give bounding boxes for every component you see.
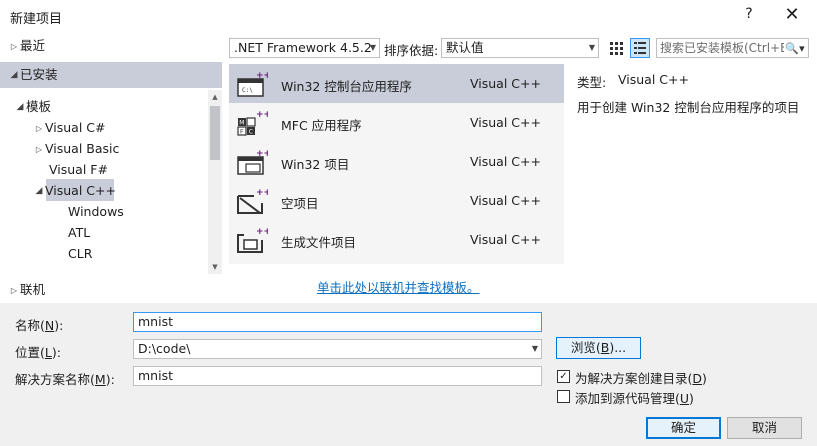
solution-name-input[interactable]: mnist	[133, 366, 542, 386]
tree-item-atl[interactable]: ATL	[68, 222, 90, 243]
project-name-input[interactable]: mnist	[133, 312, 542, 332]
browse-button[interactable]: 浏览(B)...	[556, 337, 641, 359]
collapse-arrow-icon[interactable]: ◢	[8, 65, 20, 86]
template-row-2[interactable]: ++ Win32 项目 Visual C++	[229, 142, 564, 181]
grid-view-icon	[610, 42, 623, 55]
mfc-app-icon: M C F ++	[237, 110, 268, 136]
description-text: 用于创建 Win32 控制台应用程序的项目	[577, 100, 800, 115]
tree-scrollbar-thumb[interactable]	[210, 106, 220, 160]
collapse-arrow-icon[interactable]: ◢	[14, 97, 26, 118]
title-bar	[0, 0, 817, 32]
search-input[interactable]: 搜索已安装模板(Ctrl+E) 🔍▾	[656, 38, 809, 58]
win32-project-icon: ++	[237, 149, 268, 175]
search-icon[interactable]: 🔍▾	[784, 40, 806, 56]
svg-text:F: F	[240, 129, 244, 136]
tree-item-installed[interactable]: ◢ 已安装	[8, 64, 58, 85]
description-type-value: Visual C++	[618, 72, 689, 87]
svg-text:++: ++	[256, 188, 268, 198]
svg-text:C: C	[249, 129, 253, 136]
template-row-3[interactable]: ++ 空项目 Visual C++	[229, 181, 564, 220]
create-directory-checkbox[interactable]: ✓	[557, 370, 570, 383]
tree-item-visual-fsharp[interactable]: Visual F#	[49, 159, 108, 180]
sort-label: 排序依据:	[384, 43, 439, 58]
empty-project-icon: ++	[237, 188, 268, 214]
svg-text:++: ++	[256, 110, 268, 120]
template-row-1[interactable]: M C F ++ MFC 应用程序 Visual C++	[229, 103, 564, 142]
list-view-icon	[634, 42, 646, 54]
makefile-project-icon: ++	[237, 227, 268, 253]
svg-text:++: ++	[256, 71, 268, 81]
source-control-checkbox[interactable]	[557, 390, 570, 403]
tree-item-visual-csharp[interactable]: ▷ Visual C#	[33, 117, 106, 138]
name-label: 名称(N):	[15, 318, 64, 333]
create-directory-label: 为解决方案创建目录(D)	[575, 371, 707, 386]
grid-view-button[interactable]	[606, 38, 626, 58]
close-button[interactable]: ✕	[781, 4, 803, 26]
framework-select[interactable]: .NET Framework 4.5.2 ▼	[229, 38, 380, 58]
help-button[interactable]: ?	[739, 6, 759, 26]
tree-item-templates[interactable]: ◢ 模板	[14, 96, 51, 117]
description-type-label: 类型:	[577, 75, 607, 90]
online-templates-link[interactable]: 单击此处以联机并查找模板。	[317, 277, 480, 296]
expand-arrow-icon[interactable]: ▷	[33, 139, 45, 160]
scroll-down-arrow-icon[interactable]: ▼	[208, 260, 222, 274]
svg-text:++: ++	[256, 149, 268, 159]
svg-text:M: M	[239, 120, 244, 127]
tree-item-visual-basic[interactable]: ▷ Visual Basic	[33, 138, 119, 159]
chevron-down-icon: ▼	[369, 43, 376, 52]
solution-name-label: 解决方案名称(M):	[15, 372, 115, 387]
ok-button[interactable]: 确定	[646, 417, 721, 439]
tree-item-visual-cpp[interactable]: ◢ Visual C++	[33, 180, 116, 201]
template-row-4[interactable]: ++ 生成文件项目 Visual C++	[229, 220, 564, 259]
scroll-up-arrow-icon[interactable]: ▲	[208, 90, 222, 104]
expand-arrow-icon[interactable]: ▷	[8, 280, 20, 301]
tree-item-windows[interactable]: Windows	[68, 201, 124, 222]
location-input[interactable]: D:\code\ ▼	[133, 339, 542, 359]
chevron-down-icon[interactable]: ▼	[532, 340, 538, 358]
source-control-label: 添加到源代码管理(U)	[575, 391, 694, 406]
tree-item-clr[interactable]: CLR	[68, 243, 92, 264]
svg-text:C:\: C:\	[242, 87, 253, 94]
console-app-icon: C:\ ++	[237, 71, 268, 97]
list-view-button[interactable]	[630, 38, 650, 58]
template-list: C:\ ++ Win32 控制台应用程序 Visual C++ M C F ++…	[229, 64, 564, 264]
sort-select[interactable]: 默认值 ▼	[441, 38, 599, 58]
chevron-down-icon: ▼	[588, 43, 595, 52]
expand-arrow-icon[interactable]: ▷	[33, 118, 45, 139]
expand-arrow-icon[interactable]: ▷	[8, 36, 20, 57]
tree-item-recent[interactable]: ▷ 最近	[8, 35, 45, 56]
svg-text:++: ++	[256, 227, 268, 237]
collapse-arrow-icon[interactable]: ◢	[33, 181, 45, 202]
tree-item-online[interactable]: ▷ 联机	[8, 279, 45, 300]
location-label: 位置(L):	[15, 345, 61, 360]
template-row-0[interactable]: C:\ ++ Win32 控制台应用程序 Visual C++	[229, 64, 564, 103]
cancel-button[interactable]: 取消	[727, 417, 802, 439]
window-title: 新建项目	[10, 12, 63, 27]
